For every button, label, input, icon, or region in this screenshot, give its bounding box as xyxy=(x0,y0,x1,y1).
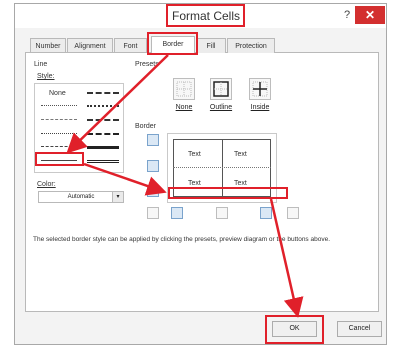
arrow-preview-to-ok xyxy=(269,198,304,318)
arrow-style-to-preview xyxy=(83,162,167,196)
arrow-tab-to-style xyxy=(66,54,169,154)
annotation-arrows xyxy=(66,54,304,318)
